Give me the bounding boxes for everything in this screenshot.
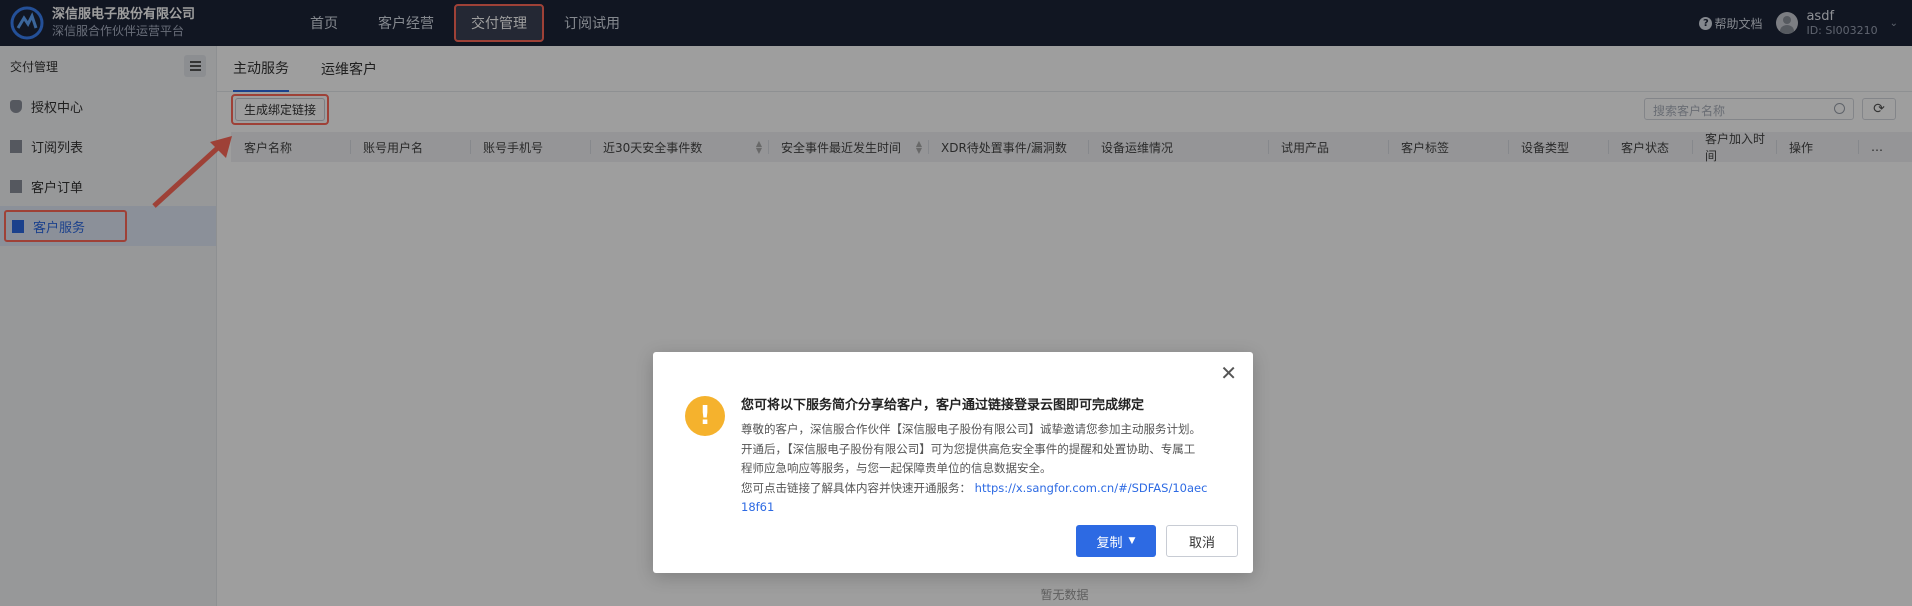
link-prefix: 您可点击链接了解具体内容并快速开通服务：: [741, 480, 971, 495]
service-link-cont[interactable]: 18f61: [741, 500, 774, 514]
copy-label: 复制: [1096, 535, 1123, 551]
chevron-down-icon: ▼: [1128, 536, 1136, 546]
dialog-title: 您可将以下服务简介分享给客户，客户通过链接登录云图即可完成绑定: [741, 398, 1145, 413]
dialog-text-line: 程师应急响应等服务，与您一起保障贵单位的信息数据安全。: [741, 461, 1052, 475]
dialog-text-line: 尊敬的客户，深信服合作伙伴【深信服电子股份有限公司】诚挚邀请您参加主动服务计划。: [741, 422, 1201, 436]
copy-button[interactable]: 复制 ▼: [1076, 525, 1156, 557]
share-link-dialog: ✕ ! 您可将以下服务简介分享给客户，客户通过链接登录云图即可完成绑定 尊敬的客…: [653, 352, 1253, 573]
dialog-link-line: 18f61: [741, 498, 1231, 518]
dialog-text-line: 开通后，【深信服电子股份有限公司】可为您提供高危安全事件的提醒和处置协助、专属工: [741, 441, 1196, 456]
warning-icon: !: [685, 396, 725, 436]
cancel-button[interactable]: 取消: [1166, 525, 1238, 557]
dialog-link-line: 您可点击链接了解具体内容并快速开通服务： https://x.sangfor.c…: [741, 479, 1231, 499]
close-icon[interactable]: ✕: [1220, 363, 1237, 383]
service-link[interactable]: https://x.sangfor.com.cn/#/SDFAS/10aec: [975, 481, 1208, 495]
